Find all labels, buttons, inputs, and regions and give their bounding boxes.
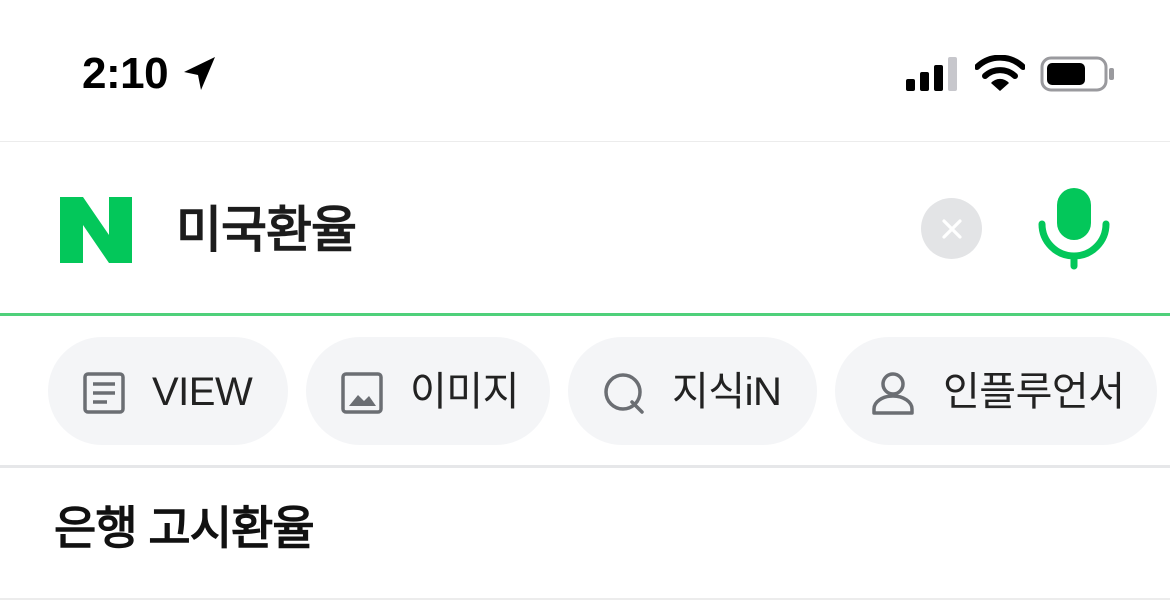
status-bar: 2:10 <box>0 0 1170 142</box>
section-title: 은행 고시환율 <box>54 502 315 554</box>
cellular-signal-icon <box>906 57 957 91</box>
person-icon <box>872 372 914 415</box>
close-icon <box>941 218 962 239</box>
naver-logo-icon[interactable] <box>60 197 132 263</box>
search-input[interactable]: 미국환율 <box>176 196 357 264</box>
naver-search-page: 2:10 미국환율 VIEW 이미지 지식iN 인플루언서 은행 고시환율 <box>0 0 1170 600</box>
tab-image-label: 이미지 <box>410 370 519 414</box>
tab-influencer-label: 인플루언서 <box>943 370 1125 414</box>
tab-image[interactable]: 이미지 <box>306 337 550 445</box>
tab-view-label: VIEW <box>152 370 253 414</box>
section-divider <box>0 465 1170 468</box>
location-arrow-icon <box>184 57 216 90</box>
tab-view[interactable]: VIEW <box>48 337 288 445</box>
status-time-group: 2:10 <box>82 50 218 98</box>
status-time: 2:10 <box>82 49 169 98</box>
wifi-icon <box>975 55 1025 91</box>
tab-kin[interactable]: 지식iN <box>568 337 817 445</box>
microphone-icon[interactable] <box>1034 186 1114 270</box>
search-underline <box>0 313 1170 316</box>
q-search-icon <box>604 373 644 414</box>
image-icon <box>341 372 383 414</box>
document-icon <box>83 372 125 414</box>
tab-kin-label: 지식iN <box>672 370 782 414</box>
clear-search-button[interactable] <box>921 198 982 259</box>
battery-icon <box>1040 56 1114 92</box>
tab-influencer[interactable]: 인플루언서 <box>835 337 1157 445</box>
